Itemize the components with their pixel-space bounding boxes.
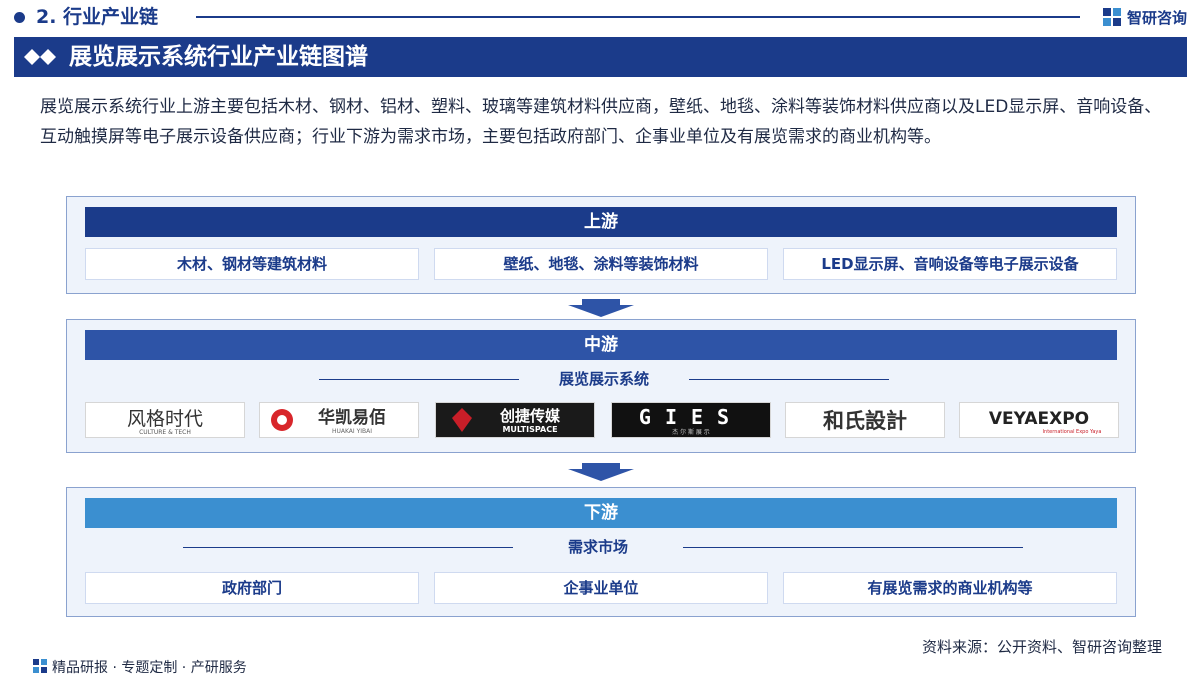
upstream-item: 木材、钢材等建筑材料 bbox=[85, 248, 419, 280]
title-banner: 展览展示系统行业产业链图谱 bbox=[14, 37, 1187, 77]
down-arrow-icon bbox=[568, 299, 634, 317]
logo-sub: International Expo Yaya bbox=[1043, 429, 1102, 435]
logo-name: 风格时代 bbox=[127, 408, 203, 430]
brand-logo-icon bbox=[33, 659, 47, 673]
section-heading: 2. 行业产业链 bbox=[36, 6, 159, 28]
subtitle-rule-right bbox=[689, 379, 889, 380]
midstream-subtitle: 展览展示系统 bbox=[558, 370, 649, 388]
top-bar: 2. 行业产业链 智研咨询 bbox=[0, 0, 1200, 34]
company-logo: VEYAEXPO International Expo Yaya bbox=[959, 402, 1119, 438]
company-logo: 风格时代 CULTURE & TECH bbox=[85, 402, 245, 438]
logo-sub: HUAKAI YIBAI bbox=[332, 428, 372, 435]
logo-sub: 杰 尔 斯 展 示 bbox=[672, 428, 710, 436]
downstream-item: 企事业单位 bbox=[434, 572, 768, 604]
company-logo: GIES 杰 尔 斯 展 示 bbox=[611, 402, 771, 438]
brand-logo-icon bbox=[1103, 8, 1121, 26]
upstream-item: LED显示屏、音响设备等电子展示设备 bbox=[783, 248, 1117, 280]
logo-sub: MULTISPACE bbox=[502, 425, 557, 434]
subtitle-rule-left bbox=[319, 379, 519, 380]
footer-bar: 精品研报 · 专题定制 · 产研服务 bbox=[0, 656, 1200, 676]
downstream-item: 政府部门 bbox=[85, 572, 419, 604]
downstream-header: 下游 bbox=[85, 498, 1117, 528]
down-arrow-icon bbox=[568, 463, 634, 481]
brand-name: 智研咨询 bbox=[1127, 8, 1188, 27]
company-logo: 和氏設計 bbox=[785, 402, 945, 438]
downstream-item: 有展览需求的商业机构等 bbox=[783, 572, 1117, 604]
subtitle-rule-right bbox=[683, 547, 1023, 548]
company-logo: 华凯易佰 HUAKAI YIBAI bbox=[259, 402, 419, 438]
logo-name: 华凯易佰 bbox=[318, 407, 386, 428]
header-rule bbox=[196, 16, 1080, 18]
midstream-header: 中游 bbox=[85, 330, 1117, 360]
intro-paragraph: 展览展示系统行业上游主要包括木材、钢材、铝材、塑料、玻璃等建筑材料供应商，壁纸、… bbox=[40, 97, 1162, 147]
logo-name: 创捷传媒 bbox=[499, 407, 561, 425]
diamond-icon bbox=[24, 49, 56, 65]
downstream-subtitle: 需求市场 bbox=[567, 538, 628, 556]
company-logo: 创捷传媒 MULTISPACE bbox=[435, 402, 595, 438]
page-title: 展览展示系统行业产业链图谱 bbox=[69, 44, 368, 70]
subtitle-rule-left bbox=[183, 547, 513, 548]
logo-name: GIES bbox=[639, 405, 743, 429]
logo-name: VEYAEXPO bbox=[989, 409, 1089, 429]
logo-sub: CULTURE & TECH bbox=[139, 429, 191, 436]
downstream-section: 下游 需求市场 政府部门 企事业单位 有展览需求的商业机构等 bbox=[66, 487, 1136, 617]
upstream-section: 上游 木材、钢材等建筑材料 壁纸、地毯、涂料等装饰材料 LED显示屏、音响设备等… bbox=[66, 196, 1136, 294]
midstream-section: 中游 展览展示系统 风格时代 CULTURE & TECH 华凯易佰 HUAKA… bbox=[66, 319, 1136, 453]
logo-name: 和氏設計 bbox=[823, 409, 907, 433]
footer-slogan: 精品研报 · 专题定制 · 产研服务 bbox=[52, 660, 247, 676]
source-note: 资料来源：公开资料、智研咨询整理 bbox=[922, 638, 1163, 656]
upstream-header: 上游 bbox=[85, 207, 1117, 237]
logo-mark-icon bbox=[452, 408, 472, 432]
brand: 智研咨询 bbox=[1102, 6, 1187, 28]
upstream-item: 壁纸、地毯、涂料等装饰材料 bbox=[434, 248, 768, 280]
bullet-dot bbox=[14, 12, 25, 23]
